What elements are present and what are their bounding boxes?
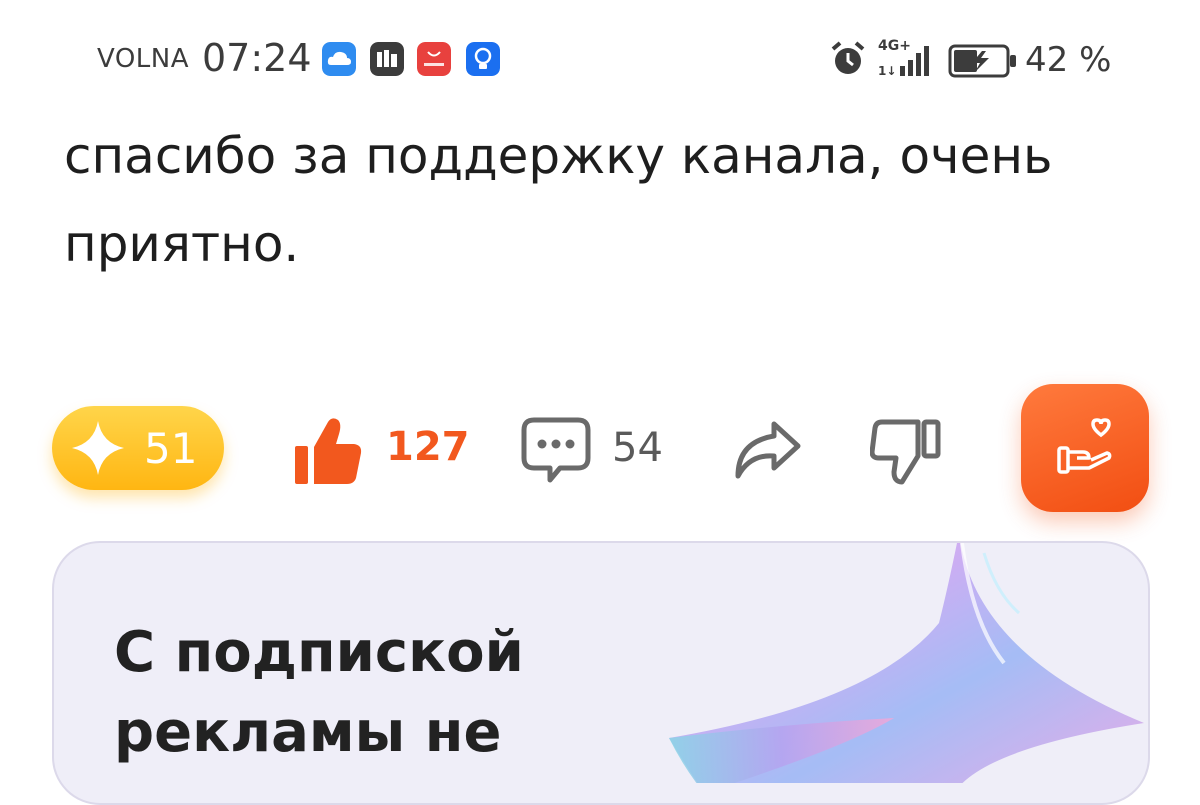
comments-count[interactable]: 54 — [612, 425, 663, 471]
promo-title: С подпиской рекламы не — [114, 620, 524, 765]
cloud-icon — [322, 42, 356, 76]
signal-strength-icon: 1↓ — [878, 46, 929, 78]
hand-heart-icon — [1057, 418, 1112, 474]
tips-bulb-icon — [466, 42, 500, 76]
glass-star-decoration — [669, 543, 1144, 783]
battery-percent: 42 % — [1025, 40, 1112, 80]
battery-charging-icon — [948, 44, 1016, 78]
clock: 07:24 — [202, 36, 312, 80]
comment-text: спасибо за поддержку канала, очень прият… — [64, 127, 1053, 273]
share-arrow-icon[interactable] — [730, 416, 802, 482]
huawei-appgallery-icon — [417, 42, 451, 76]
svg-text:1↓: 1↓ — [878, 64, 896, 78]
likes-count[interactable]: 127 — [386, 424, 470, 470]
thumbs-down-icon[interactable] — [870, 416, 944, 488]
carrier-label: VOLNA — [97, 44, 190, 74]
status-bar: VOLNA 07:24 4G+ 1↓ 42 % — [0, 0, 1200, 120]
sparkle-star-icon — [72, 421, 124, 475]
thumbs-up-icon[interactable] — [292, 414, 364, 486]
subscription-promo-card[interactable]: С подпиской рекламы не — [52, 541, 1150, 805]
alarm-clock-icon — [831, 41, 865, 74]
stars-button[interactable]: 51 — [52, 406, 224, 490]
stars-count: 51 — [144, 424, 198, 473]
mi-icon — [370, 42, 404, 76]
comment-bubble-icon[interactable] — [520, 416, 592, 486]
donate-button[interactable] — [1021, 384, 1149, 512]
